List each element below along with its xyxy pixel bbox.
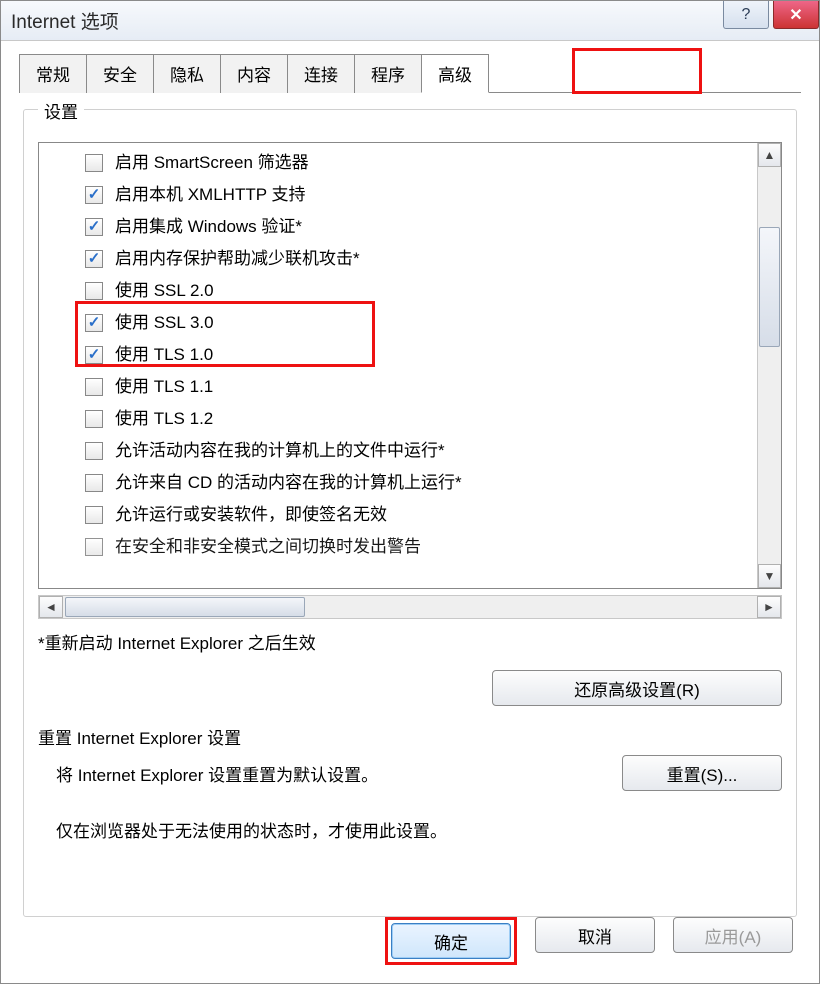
scroll-up-icon[interactable]: ▲ xyxy=(758,143,781,167)
item-label: 使用 SSL 3.0 xyxy=(115,309,214,337)
list-item[interactable]: 使用 SSL 2.0 xyxy=(39,275,757,307)
item-label: 允许运行或安装软件，即使签名无效 xyxy=(115,501,387,529)
item-label: 使用 TLS 1.0 xyxy=(115,341,213,369)
list-item[interactable]: 启用本机 XMLHTTP 支持 xyxy=(39,179,757,211)
settings-list[interactable]: 启用 SmartScreen 筛选器 启用本机 XMLHTTP 支持 启用集成 … xyxy=(39,143,757,588)
scroll-track[interactable] xyxy=(758,167,781,564)
tab-advanced[interactable]: 高级 xyxy=(421,54,489,93)
horizontal-scrollbar[interactable]: ◄ ► xyxy=(38,595,782,619)
item-label: 启用本机 XMLHTTP 支持 xyxy=(115,181,305,209)
internet-options-dialog: Internet 选项 ? ✕ 常规 安全 隐私 内容 连接 程序 高级 设置 … xyxy=(0,0,820,984)
restore-advanced-button[interactable]: 还原高级设置(R) xyxy=(492,670,782,706)
item-label: 在安全和非安全模式之间切换时发出警告 xyxy=(115,533,421,561)
close-icon: ✕ xyxy=(789,5,802,25)
list-item[interactable]: 使用 SSL 3.0 xyxy=(39,307,757,339)
scroll-track[interactable] xyxy=(63,596,757,618)
item-label: 启用 SmartScreen 筛选器 xyxy=(115,149,309,177)
tabs-area: 常规 安全 隐私 内容 连接 程序 高级 xyxy=(1,41,819,93)
reset-heading: 重置 Internet Explorer 设置 xyxy=(38,724,782,749)
ok-button[interactable]: 确定 xyxy=(391,923,511,959)
checkbox-icon[interactable] xyxy=(85,154,103,172)
settings-list-wrap: 启用 SmartScreen 筛选器 启用本机 XMLHTTP 支持 启用集成 … xyxy=(38,142,782,589)
list-item[interactable]: 使用 TLS 1.2 xyxy=(39,403,757,435)
reset-row: 将 Internet Explorer 设置重置为默认设置。 重置(S)... xyxy=(38,755,782,791)
titlebar-buttons: ? ✕ xyxy=(723,1,819,29)
checkbox-icon[interactable] xyxy=(85,378,103,396)
restart-note: *重新启动 Internet Explorer 之后生效 xyxy=(38,629,782,654)
item-label: 允许活动内容在我的计算机上的文件中运行* xyxy=(115,437,445,465)
item-label: 使用 TLS 1.2 xyxy=(115,405,213,433)
reset-desc: 将 Internet Explorer 设置重置为默认设置。 xyxy=(38,761,378,786)
list-item[interactable]: 在安全和非安全模式之间切换时发出警告 xyxy=(39,531,757,563)
checkbox-icon[interactable] xyxy=(85,186,103,204)
checkbox-icon[interactable] xyxy=(85,538,103,556)
tab-privacy[interactable]: 隐私 xyxy=(153,54,221,93)
checkbox-icon[interactable] xyxy=(85,506,103,524)
list-item[interactable]: 允许来自 CD 的活动内容在我的计算机上运行* xyxy=(39,467,757,499)
item-label: 使用 TLS 1.1 xyxy=(115,373,213,401)
reset-section: 重置 Internet Explorer 设置 将 Internet Explo… xyxy=(38,724,782,902)
scroll-thumb[interactable] xyxy=(65,597,305,617)
checkbox-icon[interactable] xyxy=(85,314,103,332)
scroll-down-icon[interactable]: ▼ xyxy=(758,564,781,588)
checkbox-icon[interactable] xyxy=(85,474,103,492)
cancel-button[interactable]: 取消 xyxy=(535,917,655,953)
tab-connections[interactable]: 连接 xyxy=(287,54,355,93)
settings-group-label: 设置 xyxy=(38,98,84,123)
item-label: 启用内存保护帮助减少联机攻击* xyxy=(115,245,360,273)
checkbox-icon[interactable] xyxy=(85,346,103,364)
tab-content[interactable]: 内容 xyxy=(220,54,288,93)
list-item[interactable]: 启用内存保护帮助减少联机攻击* xyxy=(39,243,757,275)
settings-group: 设置 启用 SmartScreen 筛选器 启用本机 XMLHTTP 支持 启用… xyxy=(23,109,797,917)
vertical-scrollbar[interactable]: ▲ ▼ xyxy=(757,143,781,588)
list-item[interactable]: 启用 SmartScreen 筛选器 xyxy=(39,147,757,179)
window-title: Internet 选项 xyxy=(11,7,119,34)
content-area: 设置 启用 SmartScreen 筛选器 启用本机 XMLHTTP 支持 启用… xyxy=(1,93,819,983)
checkbox-icon[interactable] xyxy=(85,282,103,300)
highlight-ok: 确定 xyxy=(385,917,517,965)
checkbox-icon[interactable] xyxy=(85,250,103,268)
scroll-right-icon[interactable]: ► xyxy=(757,596,781,618)
dialog-buttons: 确定 取消 应用(A) xyxy=(23,917,797,969)
checkbox-icon[interactable] xyxy=(85,442,103,460)
tab-security[interactable]: 安全 xyxy=(86,54,154,93)
checkbox-icon[interactable] xyxy=(85,410,103,428)
titlebar: Internet 选项 ? ✕ xyxy=(1,1,819,41)
close-button[interactable]: ✕ xyxy=(773,1,819,29)
reset-note: 仅在浏览器处于无法使用的状态时，才使用此设置。 xyxy=(56,817,782,842)
checkbox-icon[interactable] xyxy=(85,218,103,236)
help-icon: ? xyxy=(742,6,751,24)
list-item[interactable]: 允许运行或安装软件，即使签名无效 xyxy=(39,499,757,531)
scroll-left-icon[interactable]: ◄ xyxy=(39,596,63,618)
item-label: 启用集成 Windows 验证* xyxy=(115,213,302,241)
help-button[interactable]: ? xyxy=(723,1,769,29)
tabs: 常规 安全 隐私 内容 连接 程序 高级 xyxy=(19,53,801,93)
tab-programs[interactable]: 程序 xyxy=(354,54,422,93)
scroll-thumb[interactable] xyxy=(759,227,780,347)
restore-row: 还原高级设置(R) xyxy=(38,670,782,706)
list-item[interactable]: 使用 TLS 1.1 xyxy=(39,371,757,403)
apply-button[interactable]: 应用(A) xyxy=(673,917,793,953)
list-item[interactable]: 允许活动内容在我的计算机上的文件中运行* xyxy=(39,435,757,467)
item-label: 允许来自 CD 的活动内容在我的计算机上运行* xyxy=(115,469,462,497)
list-item[interactable]: 使用 TLS 1.0 xyxy=(39,339,757,371)
reset-button[interactable]: 重置(S)... xyxy=(622,755,782,791)
item-label: 使用 SSL 2.0 xyxy=(115,277,214,305)
list-item[interactable]: 启用集成 Windows 验证* xyxy=(39,211,757,243)
tab-general[interactable]: 常规 xyxy=(19,54,87,93)
